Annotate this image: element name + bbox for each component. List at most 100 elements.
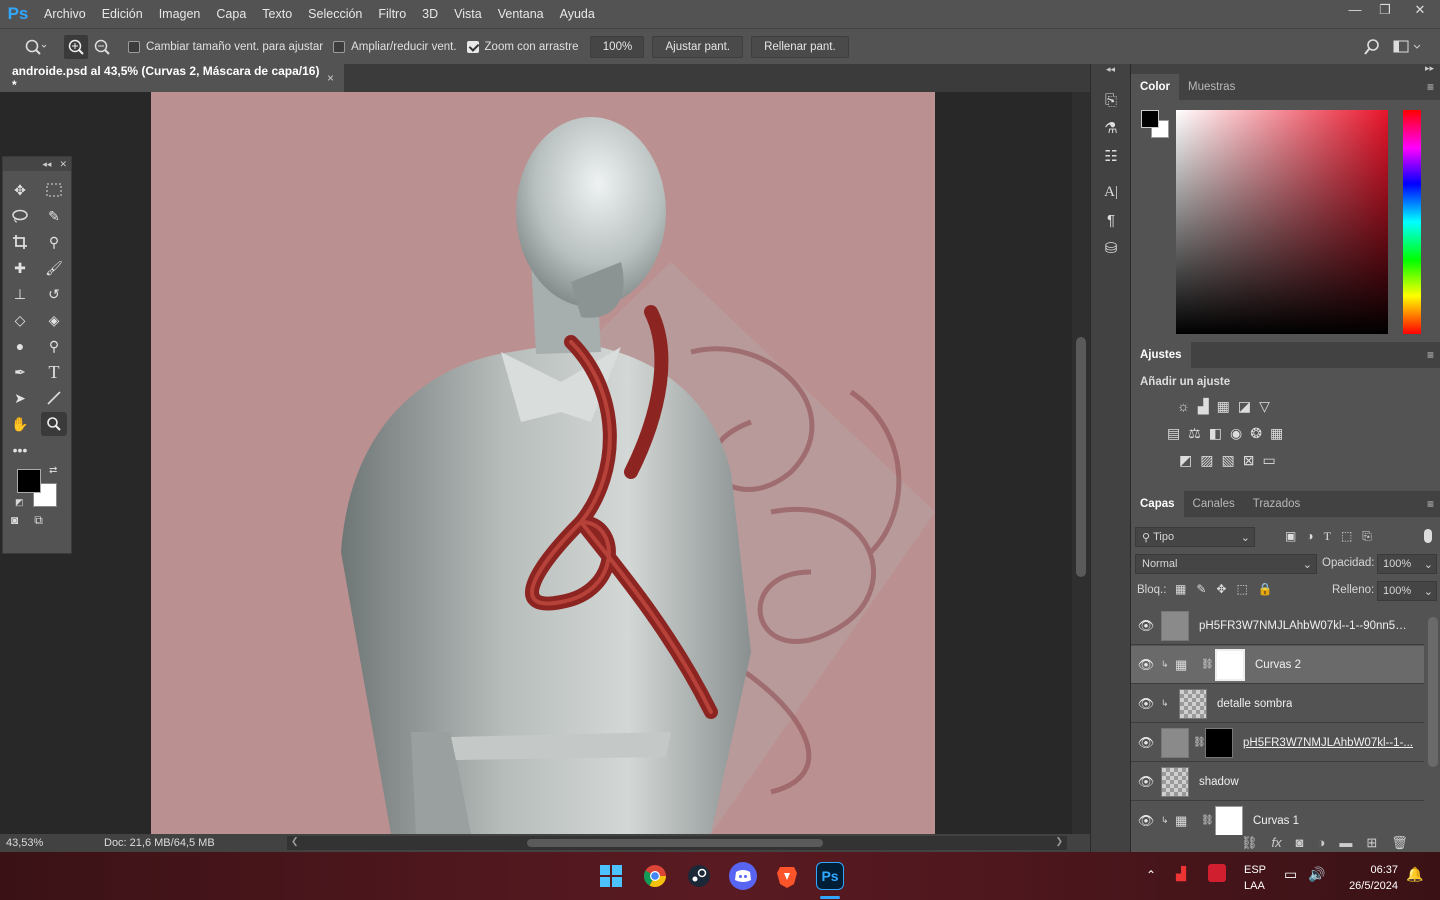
dock-collapse-icon[interactable]: ◂◂ [1091, 64, 1130, 76]
audio-app-icon[interactable]: ▟ [1176, 866, 1186, 882]
blur-tool-icon[interactable]: ● [7, 334, 33, 358]
filter-shape-icon[interactable]: ⬚ [1341, 529, 1352, 544]
hand-tool-icon[interactable]: ✋ [7, 412, 33, 436]
panel-menu-icon[interactable]: ≡ [1427, 348, 1434, 362]
scrubby-zoom-checkbox[interactable]: Zoom con arrastre [466, 40, 578, 53]
fill-screen-button[interactable]: Rellenar pant. [751, 35, 849, 58]
horizontal-scrollbar[interactable]: ❮ ❯ [287, 836, 1067, 850]
pen-tool-icon[interactable]: ✒ [7, 360, 33, 384]
tray-app-icon[interactable] [1208, 864, 1226, 882]
foreground-color-swatch[interactable] [17, 469, 41, 493]
new-layer-icon[interactable]: ⊞ [1366, 835, 1377, 851]
visibility-eye-icon[interactable]: 👁 [1131, 696, 1161, 712]
photo-filter-icon[interactable]: ◉ [1230, 425, 1242, 442]
vibrance-icon[interactable]: ▽ [1259, 398, 1270, 415]
clone-stamp-tool-icon[interactable]: ⊥ [7, 282, 33, 306]
scroll-thumb[interactable] [527, 839, 823, 847]
zoom-level[interactable]: 43,53% [0, 837, 50, 849]
zoom-all-windows-checkbox[interactable]: Ampliar/reducir vent. [333, 40, 457, 53]
close-panel-icon[interactable]: ✕ [59, 159, 67, 170]
zoom-tool-preset-icon[interactable] [18, 35, 52, 59]
visibility-eye-icon[interactable]: 👁 [1131, 774, 1161, 790]
default-colors-icon[interactable]: ◩ [15, 497, 24, 508]
menu-capa[interactable]: Capa [208, 7, 254, 21]
search-icon[interactable] [1360, 35, 1384, 59]
checkbox-box[interactable] [466, 40, 479, 53]
properties-panel-icon[interactable]: ☷ [1091, 142, 1131, 170]
layer-row-selected[interactable]: 👁 ↳ ▦ ⛓ Curvas 2 [1131, 646, 1424, 684]
gradient-map-icon[interactable]: ▭ [1262, 452, 1275, 469]
menu-filtro[interactable]: Filtro [370, 7, 414, 21]
brush-tool-icon[interactable]: 🖌 [41, 256, 67, 280]
visibility-eye-icon[interactable]: 👁 [1131, 813, 1161, 829]
eyedropper-tool-icon[interactable]: ⚲ [41, 230, 67, 254]
more-tools-icon[interactable]: ••• [7, 438, 33, 462]
notifications-icon[interactable]: 🔔 [1406, 866, 1423, 883]
new-group-icon[interactable]: ▬ [1339, 835, 1352, 851]
volume-icon[interactable]: 🔊 [1308, 866, 1325, 883]
history-brush-tool-icon[interactable]: ↺ [41, 282, 67, 306]
paragraph-panel-icon[interactable]: ¶ [1091, 206, 1131, 234]
paint-bucket-tool-icon[interactable]: ◈ [41, 308, 67, 332]
document-tab[interactable]: androide.psd al 43,5% (Curvas 2, Máscara… [0, 64, 344, 92]
lock-transparency-icon[interactable]: ▦ [1175, 582, 1186, 596]
restore-button[interactable]: ❐ [1370, 0, 1400, 22]
posterize-icon[interactable]: ▨ [1200, 452, 1213, 469]
visibility-eye-icon[interactable]: 👁 [1131, 657, 1161, 673]
filter-pixel-icon[interactable]: ▣ [1285, 529, 1296, 544]
screen-mode-icon[interactable]: ⧉ [34, 513, 43, 528]
minimize-button[interactable]: — [1340, 0, 1370, 22]
scroll-thumb[interactable] [1076, 337, 1086, 577]
threshold-icon[interactable]: ▧ [1221, 452, 1234, 469]
panel-collapse-icon[interactable]: ▸▸ [1131, 64, 1440, 74]
tab-color[interactable]: Color [1131, 74, 1180, 100]
clock[interactable]: 06:37 26/5/2024 [1336, 862, 1398, 894]
workspace-icon[interactable] [1390, 35, 1426, 59]
layer-row[interactable]: 👁 ↳ detalle sombra [1131, 685, 1424, 723]
lock-artboard-icon[interactable]: ⬚ [1236, 582, 1247, 596]
black-white-icon[interactable]: ◧ [1209, 425, 1222, 442]
tab-channels[interactable]: Canales [1184, 491, 1244, 517]
panel-menu-icon[interactable]: ≡ [1427, 80, 1434, 94]
brightness-icon[interactable]: ☼ [1177, 398, 1190, 415]
close-tab-icon[interactable]: × [327, 71, 334, 85]
tab-adjustments[interactable]: Ajustes [1131, 342, 1191, 368]
collapse-icon[interactable]: ◂◂ [42, 159, 51, 170]
quick-selection-tool-icon[interactable]: ✎ [41, 204, 67, 228]
vertical-scrollbar[interactable] [1072, 92, 1090, 834]
zoom-out-icon[interactable] [90, 35, 114, 59]
layer-row[interactable]: 👁 ⛓ pH5FR3W7NMJLAhbW07kl--1-... [1131, 724, 1424, 762]
invert-icon[interactable]: ◩ [1179, 452, 1192, 469]
layer-filter-dropdown[interactable]: ⚲ Tipo ⌄ [1135, 527, 1255, 547]
visibility-eye-icon[interactable]: 👁 [1131, 735, 1161, 751]
move-tool-icon[interactable]: ✥ [7, 178, 33, 202]
layer-row[interactable]: 👁 ↳ ▦ ⛓ Curvas 1 [1131, 802, 1424, 835]
fx-icon[interactable]: fx [1272, 835, 1282, 851]
brave-icon[interactable] [773, 862, 801, 890]
zoom-percent-field[interactable]: 100% [590, 35, 645, 58]
history-panel-icon[interactable]: ⎘ [1091, 86, 1131, 114]
layer-mask-thumbnail[interactable] [1215, 648, 1245, 681]
path-selection-tool-icon[interactable]: ➤ [7, 386, 33, 410]
link-icon[interactable]: ⛓ [1193, 737, 1206, 748]
lock-pixels-icon[interactable]: ✎ [1196, 582, 1206, 596]
layer-row[interactable]: 👁 shadow [1131, 763, 1424, 801]
resize-windows-checkbox[interactable]: Cambiar tamaño vent. para ajustar [128, 40, 323, 53]
link-icon[interactable]: ⛓ [1201, 659, 1214, 670]
opacity-field[interactable]: 100% ⌄ [1377, 554, 1437, 574]
channel-mixer-icon[interactable]: ❂ [1250, 425, 1262, 442]
menu-archivo[interactable]: Archivo [36, 7, 94, 21]
layer-row[interactable]: 👁 pH5FR3W7NMJLAhbW07kl--1--90nn5 c... [1131, 607, 1424, 645]
link-icon[interactable]: ⛓ [1201, 815, 1214, 826]
lock-all-icon[interactable]: 🔒 [1258, 582, 1273, 596]
tab-paths[interactable]: Trazados [1244, 491, 1310, 517]
character-panel-icon[interactable]: A| [1091, 178, 1131, 206]
menu-vista[interactable]: Vista [446, 7, 490, 21]
close-button[interactable]: ✕ [1400, 0, 1440, 22]
healing-brush-tool-icon[interactable]: ✚ [7, 256, 33, 280]
menu-ventana[interactable]: Ventana [490, 7, 552, 21]
lasso-tool-icon[interactable] [7, 204, 33, 228]
tab-swatches[interactable]: Muestras [1179, 74, 1244, 100]
fill-field[interactable]: 100% ⌄ [1377, 581, 1437, 601]
blend-mode-dropdown[interactable]: Normal ⌄ [1135, 554, 1317, 574]
